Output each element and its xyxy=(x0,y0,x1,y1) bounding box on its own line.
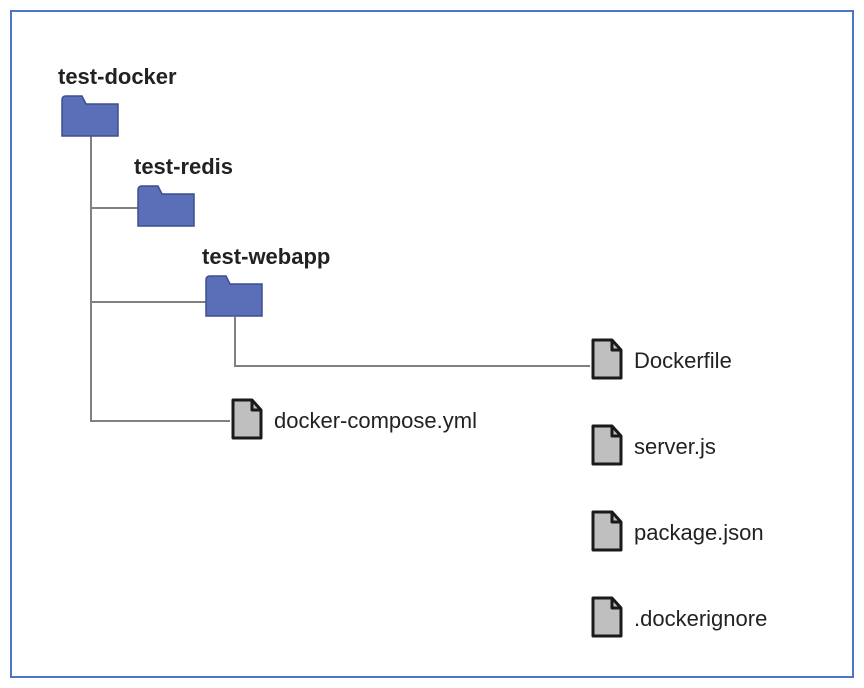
file-label-packagejson: package.json xyxy=(634,520,764,546)
folder-label-redis: test-redis xyxy=(134,154,233,180)
connector-h-compose xyxy=(90,420,230,422)
connector-v-webapp xyxy=(234,317,236,367)
folder-label-root: test-docker xyxy=(58,64,177,90)
file-icon xyxy=(590,338,624,380)
file-icon xyxy=(590,424,624,466)
connector-h-dockerfile xyxy=(234,365,590,367)
folder-icon xyxy=(60,92,120,138)
file-label-compose: docker-compose.yml xyxy=(274,408,477,434)
file-icon xyxy=(590,596,624,638)
folder-icon xyxy=(136,182,196,228)
file-icon xyxy=(230,398,264,440)
folder-icon xyxy=(204,272,264,318)
diagram-frame: test-docker test-redis test-webapp docke… xyxy=(10,10,854,678)
folder-label-webapp: test-webapp xyxy=(202,244,330,270)
file-icon xyxy=(590,510,624,552)
file-label-serverjs: server.js xyxy=(634,434,716,460)
file-label-dockerfile: Dockerfile xyxy=(634,348,732,374)
connector-h-webapp xyxy=(90,301,206,303)
file-label-dockerignore: .dockerignore xyxy=(634,606,767,632)
connector-vertical-root xyxy=(90,136,92,421)
connector-h-redis xyxy=(90,207,140,209)
